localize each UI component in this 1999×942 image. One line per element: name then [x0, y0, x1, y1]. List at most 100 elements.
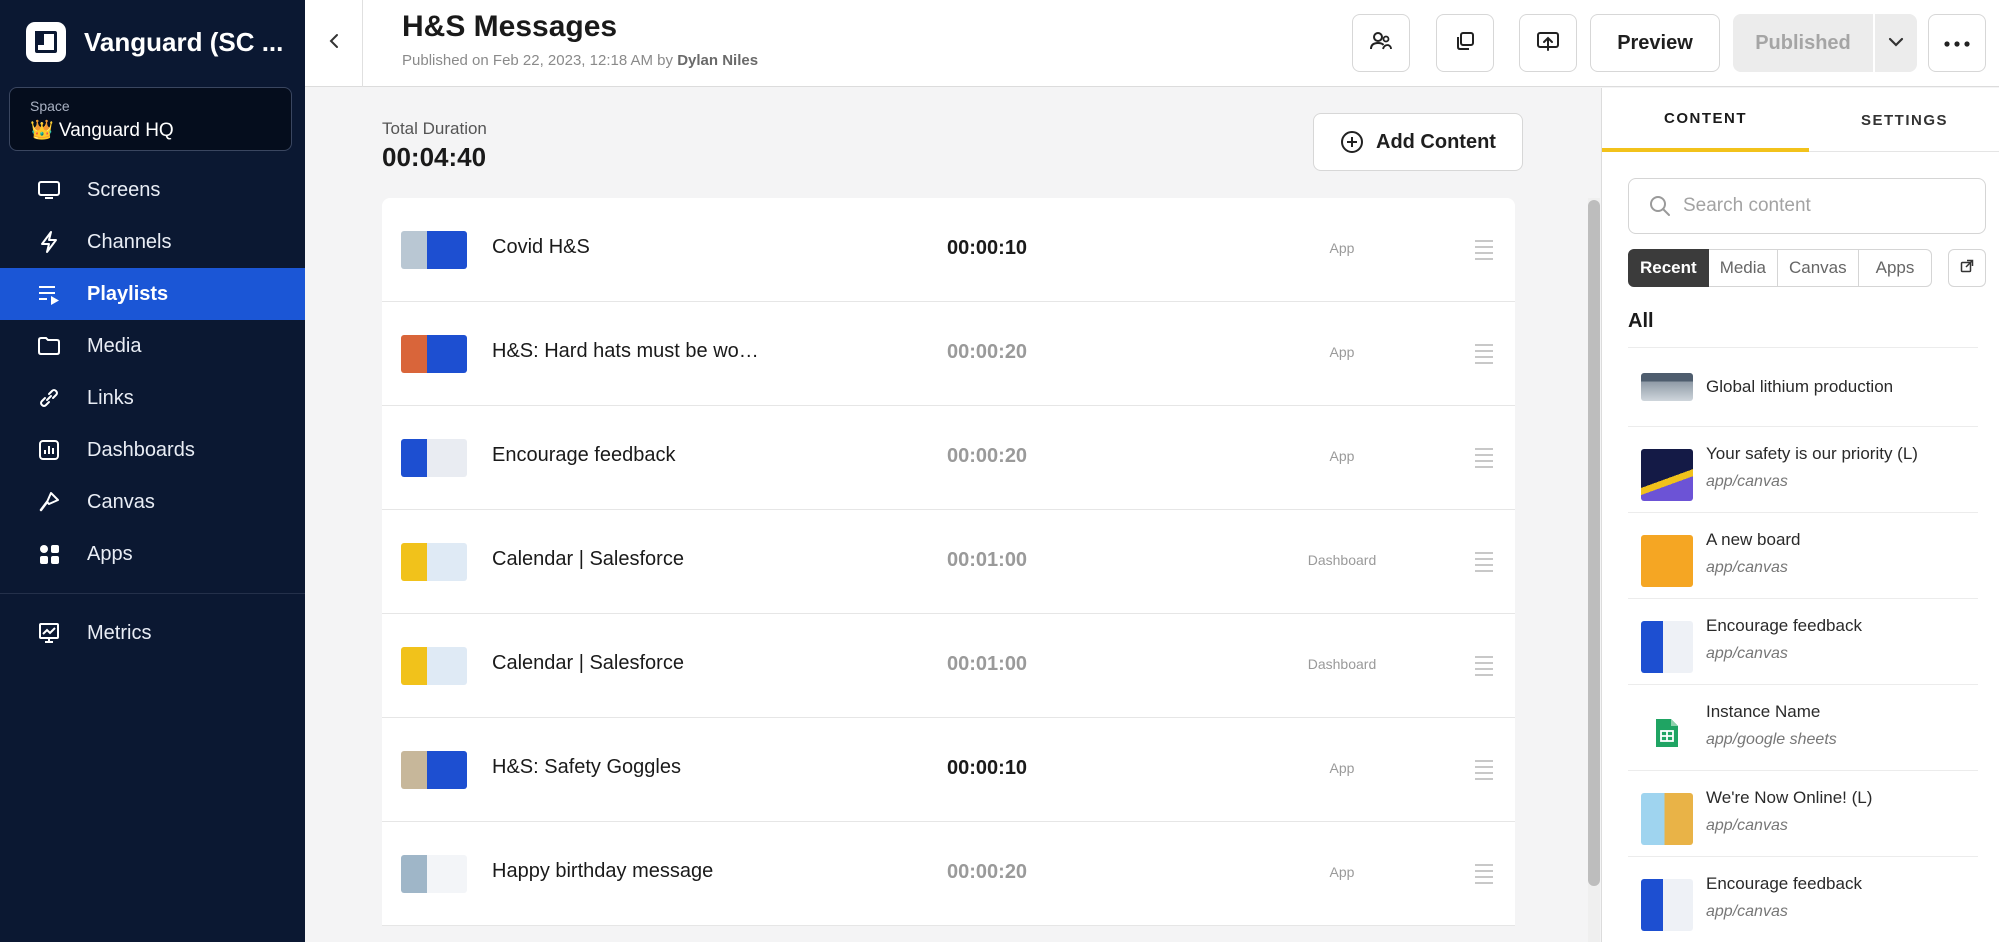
space-selector[interactable]: Space 👑 Vanguard HQ: [9, 87, 292, 151]
row-type: App: [1329, 864, 1355, 880]
filter-media[interactable]: Media: [1708, 249, 1778, 287]
publish-upload-button[interactable]: [1519, 14, 1577, 72]
drag-handle-icon[interactable]: [1475, 864, 1493, 884]
playlist-row[interactable]: Happy birthday message 00:00:20 App: [382, 822, 1515, 926]
row-type: App: [1329, 448, 1355, 464]
nav-item-canvas[interactable]: Canvas: [0, 476, 305, 528]
filter-recent[interactable]: Recent: [1628, 249, 1709, 287]
publish-options-dropdown[interactable]: [1875, 14, 1917, 72]
chevron-down-icon: [1888, 34, 1904, 52]
row-duration[interactable]: 00:00:20: [947, 861, 1027, 884]
more-options-button[interactable]: [1928, 14, 1986, 72]
nav-item-screens[interactable]: Screens: [0, 164, 305, 216]
search-input[interactable]: [1683, 195, 1963, 217]
row-duration[interactable]: 00:00:20: [947, 341, 1027, 364]
library-item[interactable]: Global lithium production: [1628, 347, 1978, 426]
playlist-row[interactable]: Calendar | Salesforce 00:01:00 Dashboard: [382, 510, 1515, 614]
item-type: app/canvas: [1706, 817, 1788, 834]
library-item[interactable]: Your safety is our priority (L) app/canv…: [1628, 426, 1978, 512]
nav-label: Channels: [87, 230, 172, 253]
drag-handle-icon[interactable]: [1475, 344, 1493, 364]
nav-label: Dashboards: [87, 438, 195, 461]
nav-item-playlists[interactable]: Playlists: [0, 268, 305, 320]
row-name: H&S: Hard hats must be wo…: [492, 340, 759, 362]
google-sheets-icon: [1641, 707, 1693, 759]
scrollbar-thumb[interactable]: [1588, 200, 1600, 886]
chevron-left-icon: [328, 32, 340, 55]
brush-icon: [36, 489, 62, 515]
nav-item-dashboards[interactable]: Dashboards: [0, 424, 305, 476]
tab-settings[interactable]: SETTINGS: [1809, 88, 1999, 152]
item-thumbnail: [1641, 449, 1693, 501]
content-thumbnail: [401, 647, 467, 685]
main-nav: Screens Channels Playlists Media Links D…: [0, 164, 305, 659]
playlist-editor: Total Duration 00:04:40 Add Content Covi…: [305, 88, 1600, 942]
folder-icon: [36, 333, 62, 359]
space-name: 👑 Vanguard HQ: [30, 120, 174, 141]
filter-apps[interactable]: Apps: [1858, 249, 1933, 287]
item-thumbnail: [1641, 373, 1693, 401]
share-people-button[interactable]: [1352, 14, 1410, 72]
content-thumbnail: [401, 855, 467, 893]
playlist-row[interactable]: H&S: Safety Goggles 00:00:10 App: [382, 718, 1515, 822]
library-item[interactable]: Encourage feedback app/canvas: [1628, 856, 1978, 942]
nav-label: Playlists: [87, 282, 169, 305]
nav-item-apps[interactable]: Apps: [0, 528, 305, 580]
playlist-row[interactable]: Calendar | Salesforce 00:01:00 Dashboard: [382, 614, 1515, 718]
open-external-button[interactable]: [1948, 249, 1986, 287]
filter-canvas[interactable]: Canvas: [1778, 249, 1859, 287]
row-duration[interactable]: 00:00:10: [947, 237, 1027, 260]
preview-button[interactable]: Preview: [1590, 14, 1720, 72]
playlist-row[interactable]: H&S: Hard hats must be wo… 00:00:20 App: [382, 302, 1515, 406]
published-button[interactable]: Published: [1733, 14, 1873, 72]
nav-divider: [0, 593, 305, 594]
row-duration[interactable]: 00:00:10: [947, 757, 1027, 780]
nav-item-metrics[interactable]: Metrics: [0, 607, 305, 659]
playlist-items: Covid H&S 00:00:10 App H&S: Hard hats mu…: [382, 198, 1515, 926]
drag-handle-icon[interactable]: [1475, 448, 1493, 468]
nav-item-media[interactable]: Media: [0, 320, 305, 372]
library-item[interactable]: Encourage feedback app/canvas: [1628, 598, 1978, 684]
content-thumbnail: [401, 751, 467, 789]
library-item[interactable]: We're Now Online! (L) app/canvas: [1628, 770, 1978, 856]
nav-label: Media: [87, 334, 142, 357]
item-thumbnail: [1641, 535, 1693, 587]
content-thumbnail: [401, 543, 467, 581]
external-link-icon: [1960, 259, 1974, 278]
total-duration-value: 00:04:40: [382, 142, 487, 172]
row-duration[interactable]: 00:01:00: [947, 653, 1027, 676]
panel-tabs: CONTENT SETTINGS: [1602, 88, 1999, 152]
library-item[interactable]: A new board app/canvas: [1628, 512, 1978, 598]
item-type: app/google sheets: [1706, 731, 1837, 748]
screen-icon: [36, 177, 62, 203]
add-content-label: Add Content: [1376, 130, 1496, 153]
row-duration[interactable]: 00:01:00: [947, 549, 1027, 572]
drag-handle-icon[interactable]: [1475, 552, 1493, 572]
library-item[interactable]: Instance Name app/google sheets: [1628, 684, 1978, 770]
playlist-row[interactable]: Encourage feedback 00:00:20 App: [382, 406, 1515, 510]
nav-item-channels[interactable]: Channels: [0, 216, 305, 268]
more-icon: [1944, 34, 1970, 52]
item-name: Encourage feedback: [1706, 874, 1862, 893]
metrics-icon: [36, 620, 62, 646]
item-name: Instance Name: [1706, 702, 1821, 721]
published-info: Published on Feb 22, 2023, 12:18 AM by D…: [402, 52, 758, 69]
content-library-list: Global lithium production Your safety is…: [1628, 347, 1978, 942]
workspace-switcher[interactable]: Vanguard (SC ...: [26, 20, 283, 64]
duplicate-button[interactable]: [1436, 14, 1494, 72]
drag-handle-icon[interactable]: [1475, 656, 1493, 676]
tab-content[interactable]: CONTENT: [1602, 88, 1809, 152]
item-thumbnail: [1641, 793, 1693, 845]
plus-circle-icon: [1340, 130, 1364, 154]
playlist-row[interactable]: Covid H&S 00:00:10 App: [382, 198, 1515, 302]
nav-item-links[interactable]: Links: [0, 372, 305, 424]
drag-handle-icon[interactable]: [1475, 760, 1493, 780]
add-content-button[interactable]: Add Content: [1313, 113, 1523, 171]
row-duration[interactable]: 00:00:20: [947, 445, 1027, 468]
nav-label: Links: [87, 386, 134, 409]
space-label: Space: [30, 98, 70, 114]
collapse-sidebar-button[interactable]: [305, 0, 363, 87]
drag-handle-icon[interactable]: [1475, 240, 1493, 260]
item-type: app/canvas: [1706, 473, 1788, 490]
published-by[interactable]: Dylan Niles: [677, 52, 758, 69]
